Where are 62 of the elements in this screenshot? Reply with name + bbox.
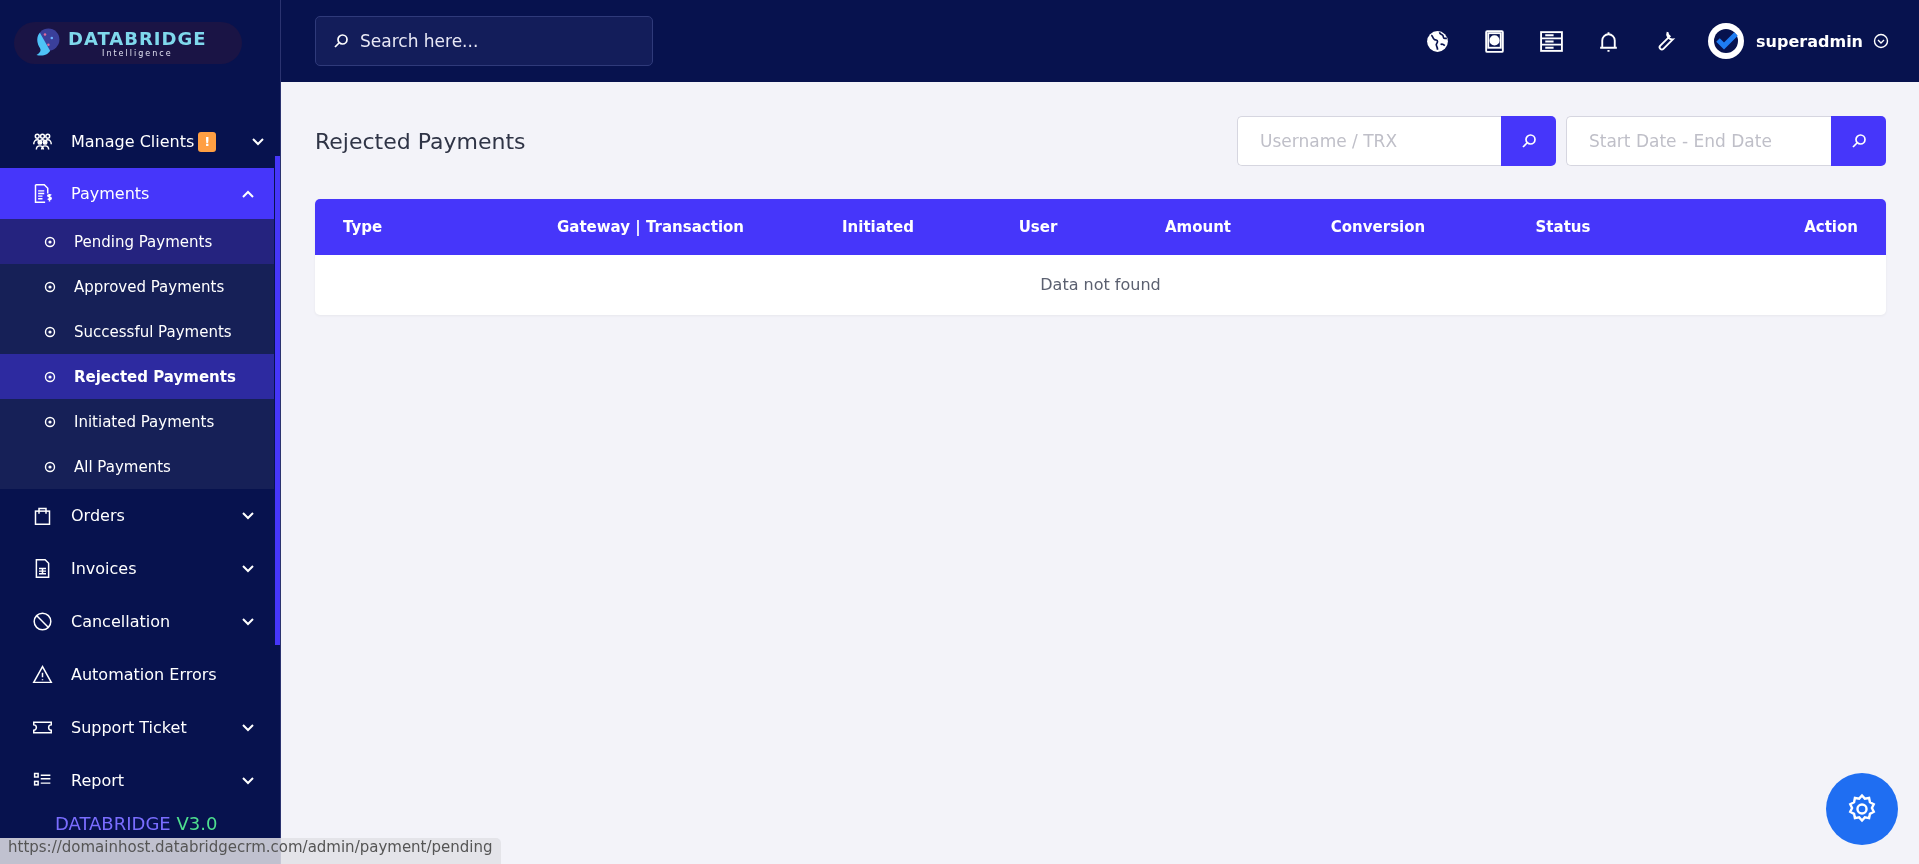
search-icon: [1850, 133, 1867, 149]
empty-message: Data not found: [1039, 274, 1162, 296]
sidebar-item[interactable]: Report: [0, 754, 274, 807]
circle-dot-icon: [44, 325, 56, 338]
bag-icon: [32, 505, 53, 526]
circle-dot-icon: [44, 235, 56, 248]
chevron-circle-icon: [1873, 33, 1889, 49]
circle-dot-icon: [44, 415, 56, 428]
column-header: Amount: [1163, 218, 1233, 236]
column-header: Action: [1803, 218, 1858, 236]
column-header: Type: [343, 218, 384, 236]
check-avatar-icon: [1706, 21, 1747, 61]
sidebar-item[interactable]: Invoices: [0, 542, 274, 595]
version-label: DATABRIDGE V3.0: [55, 813, 218, 834]
submenu-item[interactable]: Approved Payments: [0, 264, 274, 309]
people-icon: [32, 131, 53, 152]
chevron-icon: [242, 723, 254, 732]
sidebar-item[interactable]: Payments: [0, 168, 274, 219]
user-menu[interactable]: superadmin: [1706, 21, 1889, 61]
alert-badge: !: [198, 131, 217, 152]
search-field[interactable]: Search here...: [315, 16, 653, 66]
scrollbar[interactable]: [275, 156, 280, 645]
sidebar-item[interactable]: Automation Errors: [0, 648, 274, 701]
search-button[interactable]: [1501, 116, 1556, 166]
logo-name: DATABRIDGE: [68, 28, 207, 49]
filter-field[interactable]: Username / TRX: [1237, 116, 1501, 166]
invoice-icon: [32, 183, 53, 204]
search-icon: [1520, 133, 1537, 149]
logo[interactable]: DATABRIDGE Intelligence: [14, 22, 242, 64]
server-icon[interactable]: [1539, 28, 1565, 54]
column-header: User: [1017, 218, 1059, 236]
sidebar-item[interactable]: Orders: [0, 489, 274, 542]
submenu-item[interactable]: Initiated Payments: [0, 399, 274, 444]
sidebar-item[interactable]: Manage Clients !: [0, 115, 274, 168]
submenu-item[interactable]: Pending Payments: [0, 219, 274, 264]
search-icon: [333, 33, 349, 49]
submenu-item[interactable]: Successful Payments: [0, 309, 274, 354]
circle-dot-icon: [44, 370, 56, 383]
column-header: Status: [1534, 218, 1592, 236]
circle-dot-icon: [44, 460, 56, 473]
ban-icon: [32, 611, 53, 632]
submenu-item[interactable]: All Payments: [0, 444, 274, 489]
circle-dot-icon: [44, 280, 56, 293]
column-header: Initiated: [841, 218, 915, 236]
chevron-icon: [242, 776, 254, 785]
filter-field[interactable]: Start Date - End Date: [1566, 116, 1831, 166]
chevron-icon: [242, 617, 254, 626]
chevron-icon: [242, 189, 254, 198]
sidebar-item[interactable]: Support Ticket: [0, 701, 274, 754]
column-header: Gateway | Transaction: [556, 218, 745, 236]
logo-tagline: Intelligence: [102, 48, 173, 58]
page-title: Rejected Payments: [315, 128, 526, 154]
globe-icon[interactable]: [1425, 28, 1451, 54]
chevron-icon: [242, 511, 254, 520]
search-button[interactable]: [1831, 116, 1886, 166]
column-header: Conversion: [1329, 218, 1427, 236]
sidebar-item[interactable]: Cancellation: [0, 595, 274, 648]
submenu-item[interactable]: Rejected Payments: [0, 354, 274, 399]
status-bar-url: https://domainhost.databridgecrm.com/admin/payment/pending: [0, 838, 501, 864]
chevron-icon: [252, 137, 265, 146]
chevron-icon: [242, 564, 254, 573]
warning-icon: [32, 664, 53, 685]
